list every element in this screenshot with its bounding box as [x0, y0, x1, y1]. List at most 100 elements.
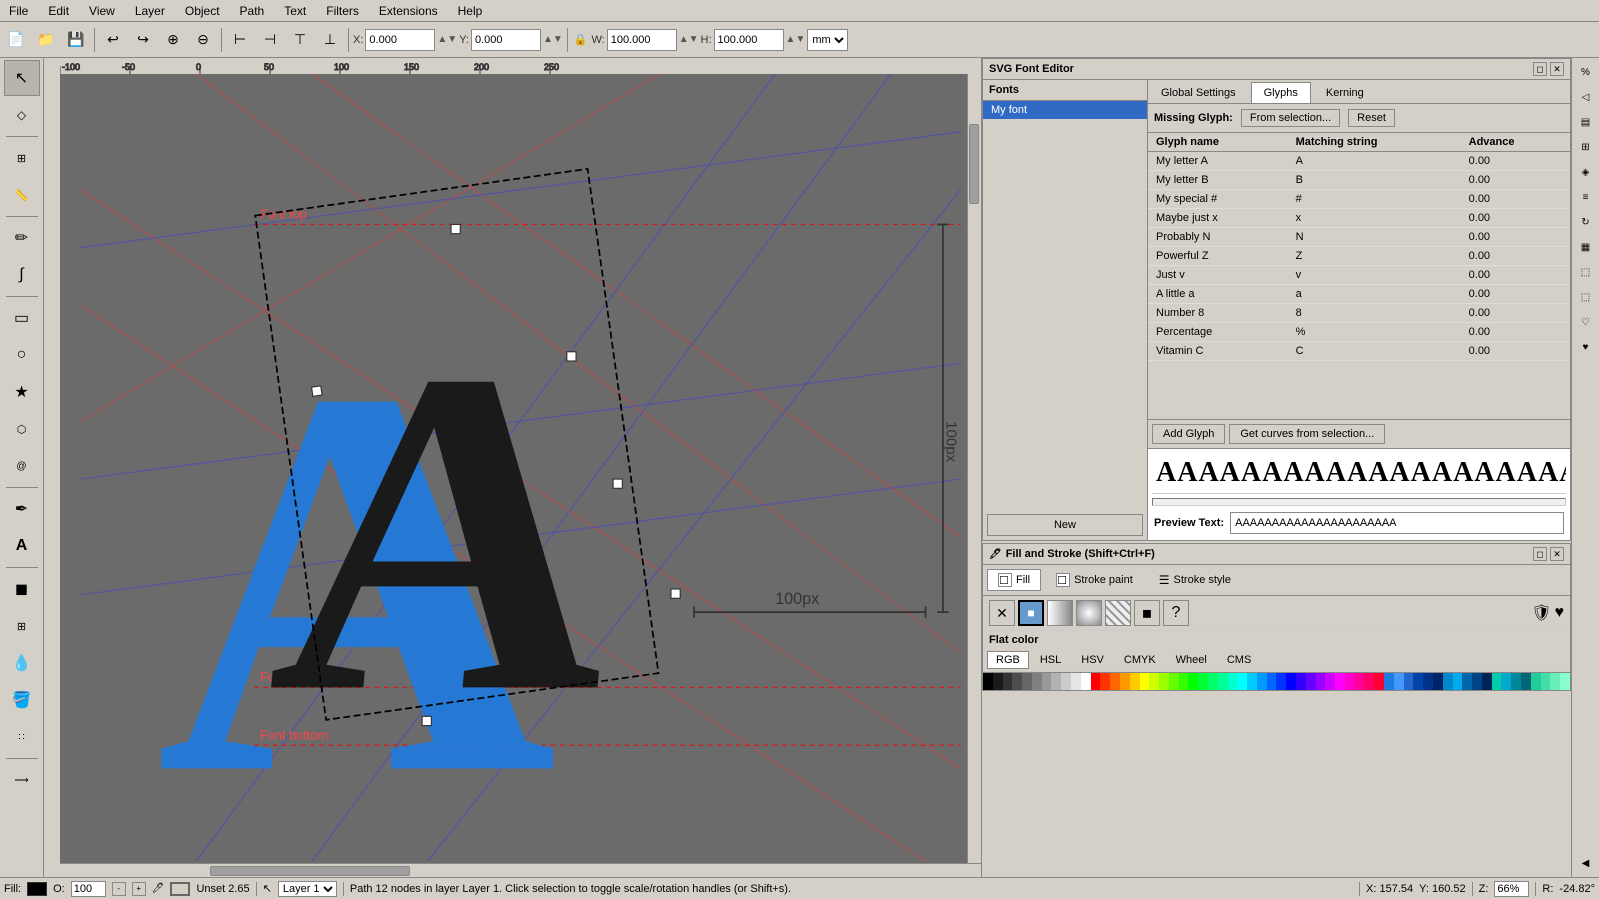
opacity-input[interactable]	[71, 881, 106, 897]
color-swatch[interactable]	[993, 673, 1003, 690]
color-swatch[interactable]	[1316, 673, 1326, 690]
tool-measure[interactable]: 📏	[4, 177, 40, 213]
zoom-out-btn[interactable]: ⊖	[189, 26, 217, 54]
menu-text[interactable]: Text	[279, 2, 311, 20]
fs-tab-stroke-style[interactable]: ☰ Stroke style	[1148, 569, 1242, 591]
fs-tab-stroke-paint[interactable]: ☐ Stroke paint	[1045, 569, 1144, 591]
color-swatch[interactable]	[1462, 673, 1472, 690]
color-tab-hsl[interactable]: HSL	[1031, 651, 1070, 669]
lock-icon[interactable]: 🔒	[572, 33, 590, 46]
tool-eyedropper[interactable]: 💧	[4, 645, 40, 681]
h-scrollbar[interactable]	[60, 863, 981, 877]
h-scrollbar-thumb[interactable]	[210, 866, 410, 876]
right-tool-xml[interactable]: ◁	[1574, 85, 1598, 109]
tool-spiral[interactable]: @	[4, 448, 40, 484]
glyph-row[interactable]: My letter A A 0.00	[1148, 152, 1570, 171]
tool-gradient[interactable]: ◼	[4, 571, 40, 607]
tool-pen[interactable]: ✒	[4, 491, 40, 527]
color-swatch[interactable]	[1237, 673, 1247, 690]
color-swatch[interactable]	[1130, 673, 1140, 690]
menu-layer[interactable]: Layer	[130, 2, 170, 20]
color-swatch[interactable]	[1374, 673, 1384, 690]
color-swatch[interactable]	[1541, 673, 1551, 690]
tool-selector[interactable]: ↖	[4, 60, 40, 96]
color-swatch[interactable]	[1032, 673, 1042, 690]
from-selection-btn[interactable]: From selection...	[1241, 109, 1340, 127]
right-tool-symbols[interactable]: ◈	[1574, 160, 1598, 184]
preview-slider[interactable]	[1152, 498, 1566, 506]
right-tool-export[interactable]: ⬚	[1574, 260, 1598, 284]
color-tab-wheel[interactable]: Wheel	[1167, 651, 1216, 669]
color-swatch[interactable]	[983, 673, 993, 690]
color-swatch[interactable]	[1492, 673, 1502, 690]
tool-paint-bucket[interactable]: 🪣	[4, 682, 40, 718]
tab-kerning[interactable]: Kerning	[1313, 82, 1377, 103]
save-btn[interactable]: 💾	[62, 26, 90, 54]
right-tool-objects[interactable]: ⊞	[1574, 135, 1598, 159]
opacity-dec[interactable]: -	[112, 882, 126, 896]
color-swatch[interactable]	[1501, 673, 1511, 690]
font-item-myfont[interactable]: My font	[983, 101, 1147, 119]
color-swatch[interactable]	[1472, 673, 1482, 690]
fill-stroke-close[interactable]: ✕	[1550, 547, 1564, 561]
fill-color-swatch[interactable]	[27, 882, 47, 896]
h-input[interactable]	[714, 29, 784, 51]
color-swatch[interactable]	[1159, 673, 1169, 690]
align-left-btn[interactable]: ⊢	[226, 26, 254, 54]
glyph-row[interactable]: Powerful Z Z 0.00	[1148, 247, 1570, 266]
color-swatch[interactable]	[1511, 673, 1521, 690]
color-swatch[interactable]	[1413, 673, 1423, 690]
color-swatch[interactable]	[1394, 673, 1404, 690]
color-swatch[interactable]	[1355, 673, 1365, 690]
menu-edit[interactable]: Edit	[43, 2, 74, 20]
glyph-row[interactable]: Just v v 0.00	[1148, 266, 1570, 285]
color-swatch[interactable]	[1003, 673, 1013, 690]
color-swatch[interactable]	[1531, 673, 1541, 690]
right-tool-unknown1[interactable]: ♡	[1574, 310, 1598, 334]
tool-calligraphy[interactable]: ∫	[4, 257, 40, 293]
zoom-input[interactable]	[1494, 881, 1529, 897]
layer-select[interactable]: Layer 1	[278, 881, 337, 897]
get-curves-btn[interactable]: Get curves from selection...	[1229, 424, 1385, 444]
y-increment[interactable]: ▲▼	[543, 34, 563, 45]
align-right-btn[interactable]: ⊤	[286, 26, 314, 54]
color-tab-cmyk[interactable]: CMYK	[1115, 651, 1165, 669]
color-swatch[interactable]	[1443, 673, 1453, 690]
tool-rectangle[interactable]: ▭	[4, 300, 40, 336]
color-swatch[interactable]	[1257, 673, 1267, 690]
fs-tab-fill[interactable]: ☐ Fill	[987, 569, 1041, 591]
glyph-row[interactable]: Percentage % 0.00	[1148, 323, 1570, 342]
glyph-row[interactable]: A little a a 0.00	[1148, 285, 1570, 304]
canvas-content[interactable]: Font top Font baseline Font bottom A A	[60, 74, 981, 861]
new-file-btn[interactable]: 📄	[2, 26, 30, 54]
tool-zoom[interactable]: ⊞	[4, 140, 40, 176]
tool-pencil[interactable]: ✏	[4, 220, 40, 256]
color-swatch[interactable]	[1296, 673, 1306, 690]
color-swatch[interactable]	[1071, 673, 1081, 690]
color-swatch[interactable]	[1208, 673, 1218, 690]
x-input[interactable]	[365, 29, 435, 51]
color-swatch[interactable]	[1061, 673, 1071, 690]
tool-ellipse[interactable]: ○	[4, 337, 40, 373]
menu-object[interactable]: Object	[180, 2, 225, 20]
menu-path[interactable]: Path	[235, 2, 270, 20]
open-btn[interactable]: 📁	[32, 26, 60, 54]
menu-help[interactable]: Help	[453, 2, 488, 20]
color-swatch[interactable]	[1345, 673, 1355, 690]
w-increment[interactable]: ▲▼	[679, 34, 699, 45]
fill-opt-flat[interactable]: ■	[1018, 600, 1044, 626]
color-swatch[interactable]	[1433, 673, 1443, 690]
color-swatch[interactable]	[1306, 673, 1316, 690]
color-swatch[interactable]	[1325, 673, 1335, 690]
right-tool-transform[interactable]: ↻	[1574, 210, 1598, 234]
fill-stroke-collapse[interactable]: ◻	[1533, 547, 1547, 561]
color-swatch[interactable]	[1453, 673, 1463, 690]
svg-font-editor-collapse[interactable]: ◻	[1533, 62, 1547, 76]
color-swatch[interactable]	[1140, 673, 1150, 690]
color-swatch[interactable]	[1188, 673, 1198, 690]
tool-text[interactable]: A	[4, 528, 40, 564]
color-swatch[interactable]	[1482, 673, 1492, 690]
preview-text-input[interactable]	[1230, 512, 1564, 534]
color-swatch[interactable]	[1560, 673, 1570, 690]
tab-glyphs[interactable]: Glyphs	[1251, 82, 1311, 103]
